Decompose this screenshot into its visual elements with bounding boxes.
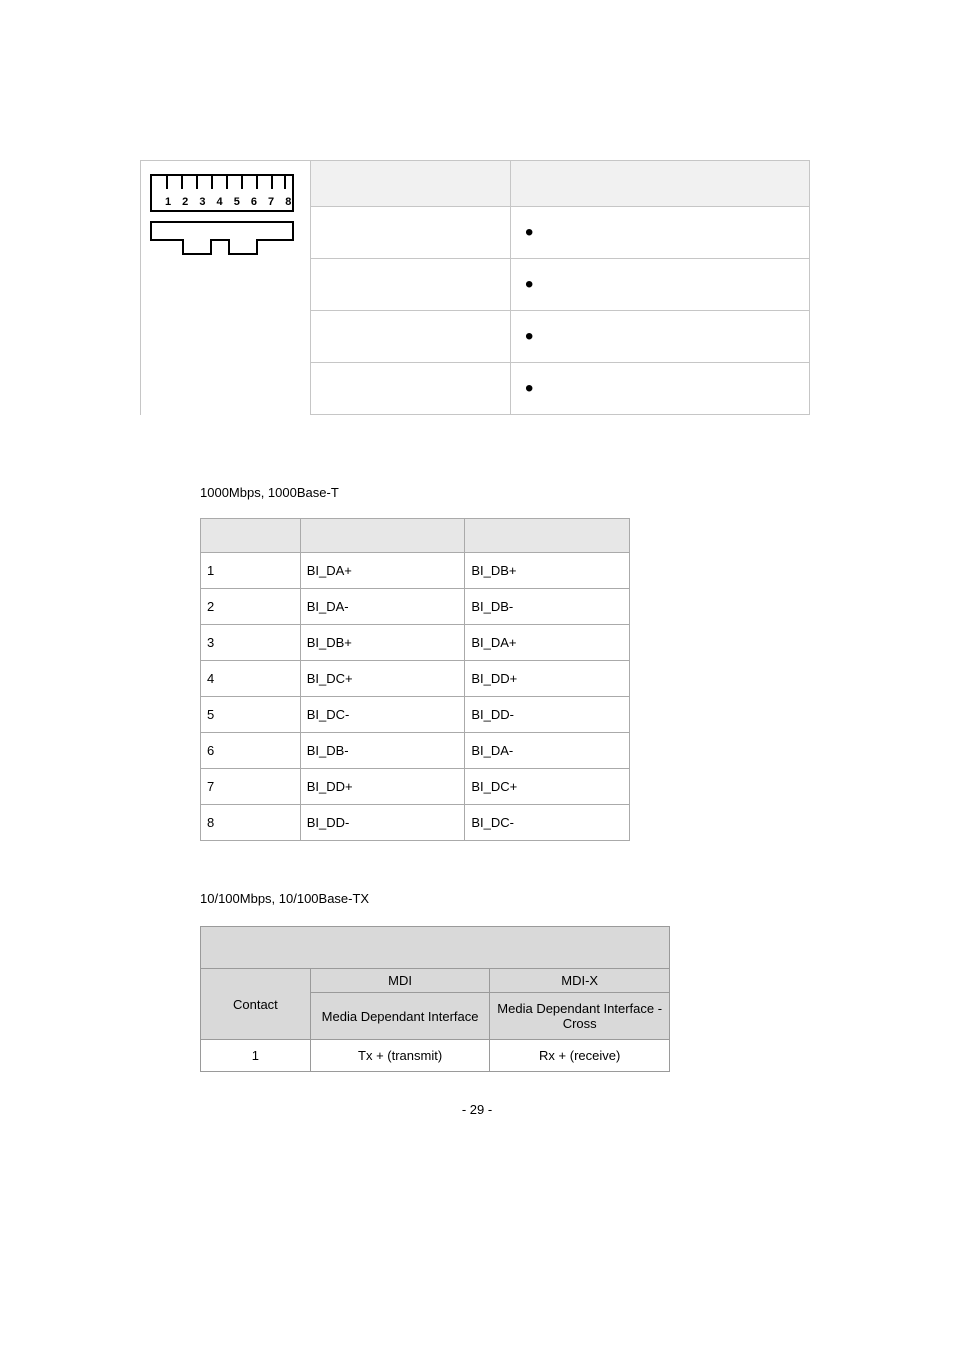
cell: 1 [201, 1040, 311, 1072]
cell: BI_DC- [300, 697, 465, 733]
t3-header-contact: Contact [201, 969, 311, 1040]
cell-r4-c2 [311, 363, 511, 415]
cell: BI_DB+ [300, 625, 465, 661]
cell: 2 [201, 589, 301, 625]
pinout-10-100basetx-table: Contact MDI MDI-X Media Dependant Interf… [200, 926, 670, 1072]
t3-header-mdi: MDI [310, 969, 490, 993]
cell: 1 [201, 553, 301, 589]
cable-type-table: 1 2 3 4 5 6 7 8 • • • • [140, 160, 810, 415]
table-row: 5BI_DC-BI_DD- [201, 697, 630, 733]
bullet-icon: • [525, 226, 533, 240]
t2-header-mdix [465, 519, 630, 553]
cell: 6 [201, 733, 301, 769]
rj45-connector-diagram: 1 2 3 4 5 6 7 8 [147, 167, 297, 265]
cell-r1-c2 [311, 207, 511, 259]
cell: Tx + (transmit) [310, 1040, 490, 1072]
cell: BI_DD+ [465, 661, 630, 697]
cell-r1-c3: • [511, 207, 810, 259]
header-col3 [511, 161, 810, 207]
cell: BI_DA- [300, 589, 465, 625]
cell: BI_DD+ [300, 769, 465, 805]
t2-header-contact [201, 519, 301, 553]
t3-header-mdix: MDI-X [490, 969, 670, 993]
cell: BI_DA- [465, 733, 630, 769]
bullet-icon: • [525, 382, 533, 396]
cell: BI_DD- [300, 805, 465, 841]
svg-text:1 2 3 4 5 6 7 8: 1 2 3 4 5 6 7 8 [165, 196, 295, 208]
table-row: 3BI_DB+BI_DA+ [201, 625, 630, 661]
cell: Rx + (receive) [490, 1040, 670, 1072]
cell: 4 [201, 661, 301, 697]
bullet-icon: • [525, 330, 533, 344]
section3-title: 10/100Mbps, 10/100Base-TX [200, 891, 814, 906]
table-row: 6BI_DB-BI_DA- [201, 733, 630, 769]
cell-r3-c3: • [511, 311, 810, 363]
table-row: 1BI_DA+BI_DB+ [201, 553, 630, 589]
cell: 3 [201, 625, 301, 661]
cell: BI_DD- [465, 697, 630, 733]
section2-title: 1000Mbps, 1000Base-T [200, 485, 814, 500]
cell: BI_DB- [465, 589, 630, 625]
cell: 7 [201, 769, 301, 805]
table-row: 2BI_DA-BI_DB- [201, 589, 630, 625]
cell-r3-c2 [311, 311, 511, 363]
table-row: 8BI_DD-BI_DC- [201, 805, 630, 841]
cell: BI_DC+ [300, 661, 465, 697]
t2-header-mdi [300, 519, 465, 553]
cell: BI_DB- [300, 733, 465, 769]
cell: BI_DA+ [300, 553, 465, 589]
cell: BI_DC- [465, 805, 630, 841]
cell: BI_DB+ [465, 553, 630, 589]
page-number: - 29 - [140, 1102, 814, 1117]
cell-r2-c3: • [511, 259, 810, 311]
t3-header-mdix-sub: Media Dependant Interface -Cross [490, 993, 670, 1040]
t3-header-mdi-sub: Media Dependant Interface [310, 993, 490, 1040]
table-row: 7BI_DD+BI_DC+ [201, 769, 630, 805]
header-col2 [311, 161, 511, 207]
cell: 8 [201, 805, 301, 841]
pinout-1000baset-table: 1BI_DA+BI_DB+ 2BI_DA-BI_DB- 3BI_DB+BI_DA… [200, 518, 630, 841]
cell-r4-c3: • [511, 363, 810, 415]
cell-r2-c2 [311, 259, 511, 311]
t3-top-header [201, 927, 670, 969]
cell: 5 [201, 697, 301, 733]
cell: BI_DA+ [465, 625, 630, 661]
connector-diagram-cell: 1 2 3 4 5 6 7 8 [141, 161, 311, 415]
bullet-icon: • [525, 278, 533, 292]
table-row: 4BI_DC+BI_DD+ [201, 661, 630, 697]
cell: BI_DC+ [465, 769, 630, 805]
table-row: 1 Tx + (transmit) Rx + (receive) [201, 1040, 670, 1072]
